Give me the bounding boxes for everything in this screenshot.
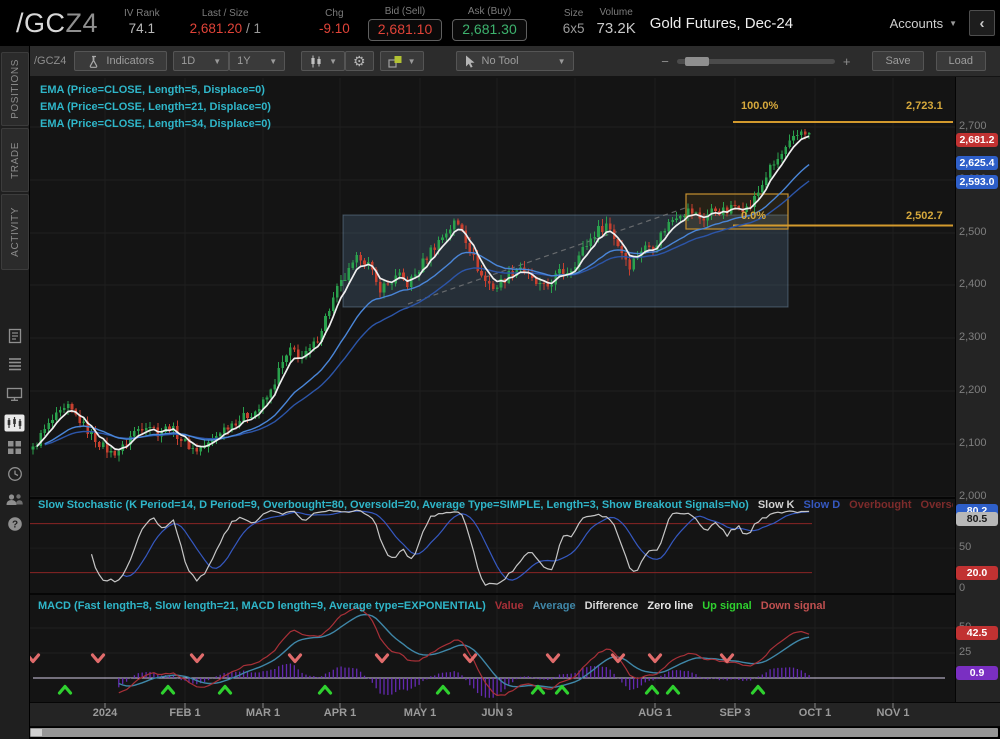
layout-grid-icon: [388, 55, 402, 68]
range-dropdown[interactable]: 1Y▼: [229, 51, 285, 71]
community-people-icon[interactable]: [0, 492, 29, 507]
change-value: -9.10: [319, 21, 350, 38]
candlestick-icon: [309, 55, 323, 68]
studies-flask-icon: [87, 55, 100, 68]
save-button[interactable]: Save: [872, 51, 923, 71]
accounts-menu[interactable]: Accounts ▼: [890, 16, 957, 31]
zoom-slider-handle[interactable]: [685, 57, 709, 66]
sidebar-tab-positions[interactable]: POSITIONS: [1, 52, 29, 126]
scrollbar-handle[interactable]: [31, 729, 42, 736]
svg-text:?: ?: [11, 520, 17, 531]
monitor-icon[interactable]: [0, 386, 29, 402]
gear-icon: ⚙: [353, 54, 366, 68]
history-clock-icon[interactable]: [0, 466, 29, 482]
timeframe-dropdown[interactable]: 1D▼: [173, 51, 229, 71]
help-icon[interactable]: ?: [0, 516, 29, 532]
chevron-down-icon: ▼: [408, 57, 416, 66]
bid-group: Bid (Sell) 2,681.10: [368, 6, 443, 41]
last-price: 2,681.20: [190, 21, 243, 36]
sidebar-tab-trade[interactable]: TRADE: [1, 128, 29, 192]
chart-style-dropdown[interactable]: ▼: [301, 51, 345, 71]
indicators-button[interactable]: Indicators: [74, 51, 167, 71]
symbol-title: /GCZ4: [16, 8, 98, 39]
symbol-root: /GC: [16, 8, 66, 38]
sidebar-tab-activity[interactable]: ACTIVITY: [1, 194, 29, 270]
zoom-slider[interactable]: [677, 59, 835, 64]
last-size-val: / 1: [246, 21, 261, 36]
cursor-arrow-icon: [464, 55, 476, 68]
quote-bar: /GCZ4 IV Rank 74.1 Last / Size 2,681.20 …: [0, 0, 1000, 46]
chevron-down-icon: ▼: [949, 19, 957, 28]
watchlist-icon[interactable]: [0, 356, 29, 372]
size-group: Size 6x5: [563, 8, 585, 37]
chevron-down-icon: ▼: [269, 57, 277, 66]
zoom-out-button[interactable]: −: [661, 54, 669, 69]
ask-button[interactable]: 2,681.30: [452, 19, 527, 41]
symbol-suffix: Z4: [66, 8, 99, 38]
volume-group: Volume 73.2K: [597, 7, 636, 38]
change: Chg -9.10: [319, 8, 350, 37]
instrument-description: Gold Futures, Dec-24: [650, 15, 793, 32]
zoom-control: − +: [661, 54, 850, 69]
layout-dropdown[interactable]: ▼: [380, 51, 424, 71]
ask-group: Ask (Buy) 2,681.30: [452, 6, 527, 41]
news-icon[interactable]: [0, 328, 29, 344]
chevron-down-icon: ▼: [213, 57, 221, 66]
last-size: Last / Size 2,681.20 / 1: [190, 8, 261, 37]
iv-rank: IV Rank 74.1: [124, 8, 160, 37]
chevron-down-icon: ▼: [329, 57, 337, 66]
bid-button[interactable]: 2,681.10: [368, 19, 443, 41]
drawing-tool-dropdown[interactable]: No Tool ▼: [456, 51, 574, 71]
chart-canvas[interactable]: [0, 0, 1000, 739]
chart-toolbar: /GCZ4 Indicators 1D▼ 1Y▼ ▼ ⚙ ▼ No Tool ▼…: [30, 46, 1000, 77]
chevron-down-icon: ▼: [558, 57, 566, 66]
left-sidebar: POSITIONS TRADE ACTIVITY ?: [0, 46, 30, 739]
chart-icon-active[interactable]: [0, 414, 29, 432]
time-axis-scrollbar[interactable]: [30, 728, 998, 737]
chevron-left-icon: ‹: [980, 15, 985, 32]
collapse-panel-button[interactable]: ‹: [969, 10, 995, 36]
load-button[interactable]: Load: [936, 51, 986, 71]
chart-settings-button[interactable]: ⚙: [345, 51, 374, 71]
zoom-in-button[interactable]: +: [843, 54, 851, 69]
toolbar-symbol: /GCZ4: [34, 55, 66, 67]
apps-grid-icon[interactable]: [0, 440, 29, 455]
